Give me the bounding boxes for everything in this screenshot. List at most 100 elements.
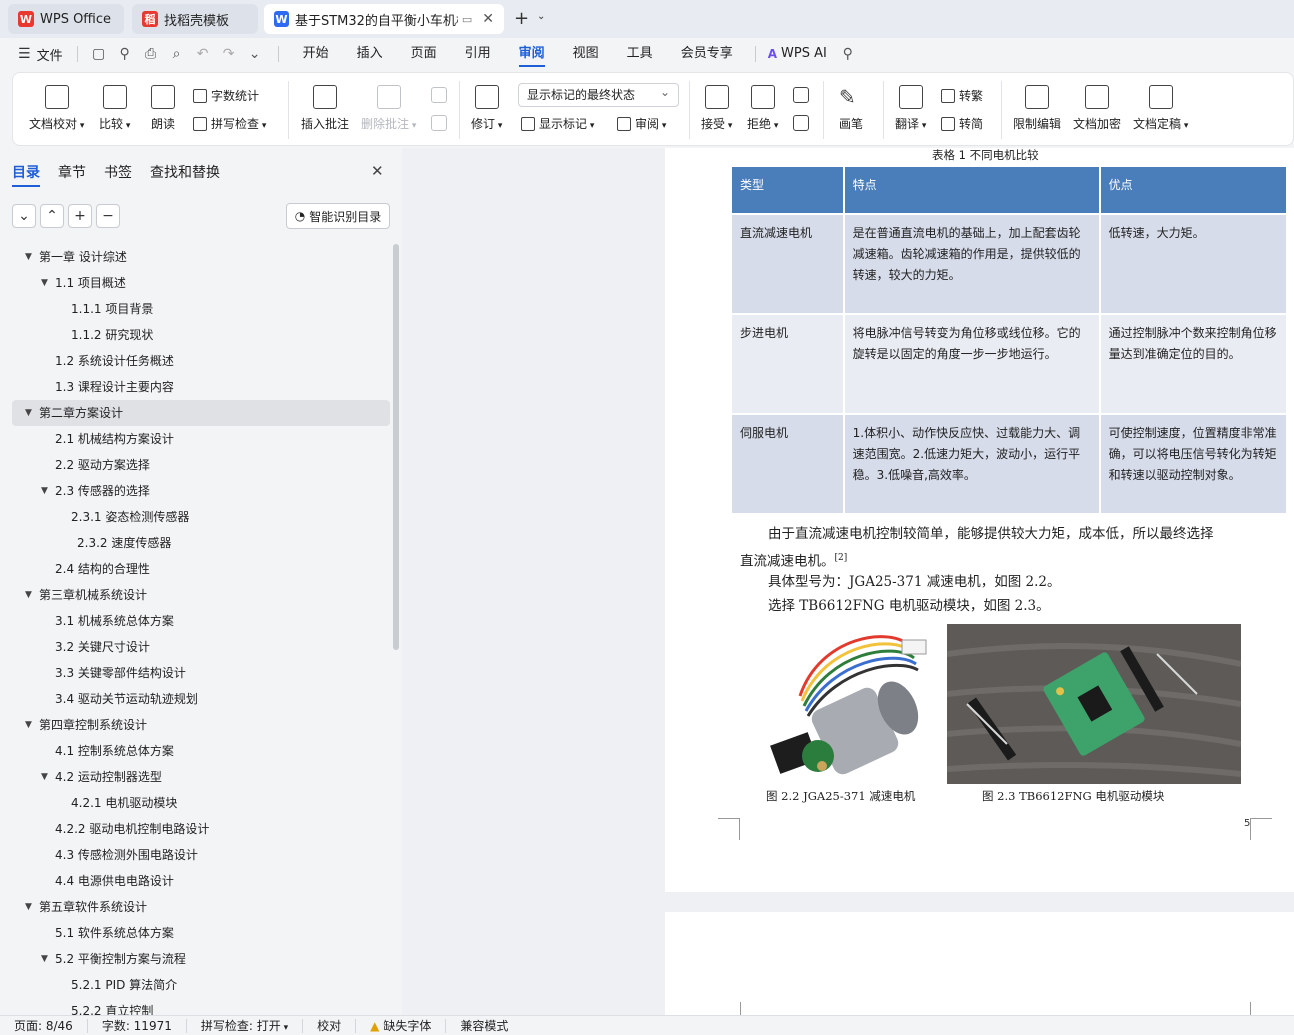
toc-item[interactable]: ▼ 5.2 平衡控制方案与流程 [12,946,390,972]
expand-arrow-icon[interactable]: ▼ [25,400,32,426]
collapse-down-button[interactable]: ⌄ [12,204,36,228]
expand-arrow-icon[interactable]: ▼ [25,712,32,738]
tab-list-chevron-icon[interactable]: ⌄ [537,11,545,22]
tab-wps-office[interactable]: W WPS Office [8,4,124,34]
menu-insert[interactable]: 插入 [343,38,397,70]
toc-item[interactable]: 2.3.2 速度传感器 [12,530,390,556]
word-count-button[interactable]: 字数统计 [193,87,259,104]
pen-button[interactable]: ✎ 画笔 [839,85,863,132]
smart-toc-button[interactable]: ◔ 智能识别目录 [286,203,390,229]
toc-item[interactable]: 4.2.2 驱动电机控制电路设计 [12,816,390,842]
toc-item[interactable]: 4.1 控制系统总体方案 [12,738,390,764]
doc-encrypt-button[interactable]: 文档加密 [1073,85,1121,132]
missing-font-indicator[interactable]: ▲ 缺失字体 [356,1018,447,1033]
to-simplified-button[interactable]: 转简 [941,115,983,132]
toc-item[interactable]: 1.1.1 项目背景 [12,296,390,322]
expand-arrow-icon[interactable]: ▼ [41,478,48,504]
toc-item[interactable]: 2.2 驱动方案选择 [12,452,390,478]
toc-scrollbar[interactable] [393,244,399,650]
nav-tab-find-replace[interactable]: 查找和替换 [150,162,220,182]
expand-arrow-icon[interactable]: ▼ [25,894,32,920]
toc-item[interactable]: 1.3 课程设计主要内容 [12,374,390,400]
toc-item[interactable]: 3.2 关键尺寸设计 [12,634,390,660]
hamburger-icon[interactable]: ☰ [18,46,31,62]
next-revision-button[interactable] [793,115,809,137]
reject-button[interactable]: 拒绝 [747,85,778,132]
expand-all-button[interactable]: + [68,204,92,228]
nav-tab-bookmarks[interactable]: 书签 [104,162,132,182]
expand-arrow-icon[interactable]: ▼ [41,270,48,296]
read-aloud-button[interactable]: 朗读 [151,85,175,132]
nav-tab-sections[interactable]: 章节 [58,162,86,182]
toc-item[interactable]: ▼ 2.3 传感器的选择 [12,478,390,504]
toc-item[interactable]: ▼ 第二章方案设计 [12,400,390,426]
toc-item[interactable]: ▼ 4.2 运动控制器选型 [12,764,390,790]
word-count-indicator[interactable]: 字数: 11971 [88,1018,187,1033]
menu-review[interactable]: 审阅 [505,38,559,70]
spell-check-indicator[interactable]: 拼写检查: 打开 [187,1018,304,1033]
print-preview-icon[interactable]: ⌕ [168,45,186,63]
search-icon[interactable]: ⚲ [839,45,857,63]
toc-item[interactable]: ▼ 第四章控制系统设计 [12,712,390,738]
expand-arrow-icon[interactable]: ▼ [25,244,32,270]
collapse-up-button[interactable]: ⌃ [40,204,64,228]
toc-item[interactable]: ▼ 第一章 设计综述 [12,244,390,270]
page-indicator[interactable]: 页面: 8/46 [0,1018,88,1033]
collapse-all-button[interactable]: − [96,204,120,228]
next-comment-button[interactable] [431,115,447,137]
translate-button[interactable]: 翻译 [895,85,926,132]
expand-arrow-icon[interactable]: ▼ [41,946,48,972]
undo-icon[interactable]: ↶ [194,45,212,63]
toc-item[interactable]: ▼ 第五章软件系统设计 [12,894,390,920]
revise-button[interactable]: 修订 [471,85,502,132]
toc-item[interactable]: 1.1.2 研究现状 [12,322,390,348]
menu-view[interactable]: 视图 [559,38,613,70]
expand-arrow-icon[interactable]: ▼ [25,582,32,608]
menu-wps-ai[interactable]: WPS AI [781,38,835,70]
doc-check-button[interactable]: 文档校对 [29,85,84,132]
toc-item[interactable]: 5.2.1 PID 算法简介 [12,972,390,998]
file-menu[interactable]: 文件 [37,45,63,64]
redo-icon[interactable]: ↷ [220,45,238,63]
previous-comment-button[interactable] [431,87,447,109]
insert-comment-button[interactable]: 插入批注 [301,85,349,132]
expand-arrow-icon[interactable]: ▼ [41,764,48,790]
show-marks-button[interactable]: 显示标记 [521,115,594,132]
accept-button[interactable]: 接受 [701,85,732,132]
toc-item[interactable]: 2.3.1 姿态检测传感器 [12,504,390,530]
save-icon[interactable]: ▢ [90,45,108,63]
new-tab-icon[interactable]: + [514,8,529,29]
toc-item[interactable]: 4.2.1 电机驱动模块 [12,790,390,816]
toc-item[interactable]: 4.4 电源供电电路设计 [12,868,390,894]
menu-membership[interactable]: 会员专享 [667,38,747,70]
tab-template[interactable]: 稻 找稻壳模板 [132,4,258,34]
toc-item[interactable]: 5.1 软件系统总体方案 [12,920,390,946]
menu-home[interactable]: 开始 [289,38,343,70]
menu-page[interactable]: 页面 [397,38,451,70]
to-traditional-button[interactable]: 转繁 [941,87,983,104]
compare-button[interactable]: 比较 [99,85,130,132]
toc-item[interactable]: 1.2 系统设计任务概述 [12,348,390,374]
previous-revision-button[interactable] [793,87,809,109]
print-icon[interactable]: ⎙ [142,45,160,63]
toc-item[interactable]: 2.4 结构的合理性 [12,556,390,582]
share-icon[interactable]: ⚲ [116,45,134,63]
more-chevron-icon[interactable]: ⌄ [246,45,264,63]
toc-item[interactable]: ▼ 1.1 项目概述 [12,270,390,296]
restrict-edit-button[interactable]: 限制编辑 [1013,85,1061,132]
close-tab-icon[interactable]: ✕ [482,11,494,27]
toc-item[interactable]: 2.1 机械结构方案设计 [12,426,390,452]
proof-indicator[interactable]: 校对 [303,1018,357,1033]
toc-item[interactable]: 3.1 机械系统总体方案 [12,608,390,634]
spell-check-button[interactable]: 拼写检查 [193,115,266,132]
toc-item[interactable]: 3.4 驱动关节运动轨迹规划 [12,686,390,712]
nav-tab-toc[interactable]: 目录 [12,162,40,187]
review-pane-button[interactable]: 审阅 [617,115,666,132]
delete-comment-button[interactable]: 删除批注 [361,85,416,132]
close-pane-icon[interactable]: ✕ [371,162,384,180]
toc-item[interactable]: 3.3 关键零部件结构设计 [12,660,390,686]
doc-finalize-button[interactable]: 文档定稿 [1133,85,1188,132]
menu-references[interactable]: 引用 [451,38,505,70]
mark-state-select[interactable]: 显示标记的最终状态 [518,81,679,107]
toc-item[interactable]: ▼ 第三章机械系统设计 [12,582,390,608]
